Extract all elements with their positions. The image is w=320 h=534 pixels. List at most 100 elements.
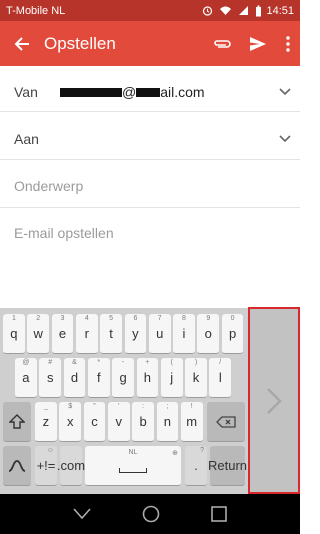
battery-icon	[256, 5, 262, 16]
key-d[interactable]: & d	[63, 358, 86, 398]
key-p[interactable]: 0p	[221, 314, 244, 354]
return-key[interactable]: Return	[208, 446, 247, 486]
status-icons	[202, 5, 262, 17]
space-key[interactable]: ⊕ NL	[85, 446, 181, 486]
key-hint: 9	[206, 315, 211, 322]
key-label: .com	[56, 458, 86, 473]
key-a[interactable]: @ a	[15, 358, 37, 398]
period-key[interactable]: ?.	[185, 446, 207, 486]
to-dropdown[interactable]	[270, 134, 300, 143]
alarm-icon	[203, 6, 213, 16]
key-hint: @	[22, 359, 30, 366]
subject-placeholder: Onderwerp	[14, 177, 84, 194]
key-label: i	[182, 326, 186, 341]
keyboard: 1 q 2 w 3 e 4 r 5 t 6 y 7 u 8 i 9 o 0 p @ a # s & d * f - g + h(j) k / l _ z…	[0, 308, 248, 494]
key-hint: (	[170, 359, 173, 366]
key-hint: '	[118, 403, 120, 410]
back-arrow-icon	[14, 36, 29, 51]
chevron-down-icon	[279, 87, 291, 95]
chevron-right-icon	[267, 387, 282, 414]
key-c[interactable]: " c	[83, 402, 106, 442]
key-f[interactable]: * f	[87, 358, 110, 398]
from-domain: ail.com	[160, 83, 205, 100]
key-e[interactable]: 3e	[51, 314, 74, 354]
key-hint: 5	[109, 315, 114, 322]
home-nav-icon[interactable]	[142, 505, 160, 523]
key-i[interactable]: 8i	[173, 314, 195, 354]
key-label: k	[192, 370, 200, 385]
shift-key[interactable]	[3, 402, 31, 442]
key-s[interactable]: # s	[39, 358, 62, 398]
key-hint: &	[72, 359, 77, 366]
back-nav-icon[interactable]	[73, 508, 91, 520]
attach-button[interactable]	[204, 21, 240, 66]
key-hint: -	[121, 359, 125, 366]
backspace-key[interactable]	[207, 402, 245, 442]
key-w[interactable]: 2w	[27, 314, 50, 354]
body-input[interactable]: E-mail opstellen	[14, 225, 114, 241]
key-hint: 0	[230, 315, 235, 322]
more-vertical-icon	[286, 35, 290, 52]
key-x[interactable]: $ x	[59, 402, 82, 442]
key-label: .	[194, 458, 198, 473]
key-b[interactable]: :b	[132, 402, 154, 442]
send-button[interactable]	[240, 21, 276, 66]
recents-nav-icon[interactable]	[210, 506, 227, 522]
key-label: m	[186, 414, 198, 429]
key-r[interactable]: 4r	[75, 314, 98, 354]
key-o[interactable]: 9o	[197, 314, 220, 354]
key-label: p	[228, 326, 237, 341]
key-label: s	[46, 370, 54, 385]
from-field[interactable]: Van @ ail.com	[0, 72, 300, 112]
status-bar: T-Mobile NL 14:51	[0, 0, 300, 21]
symbols-key[interactable]: ☺ +!=	[35, 446, 57, 486]
key-label: r	[84, 326, 89, 341]
key-hint: 6	[133, 315, 138, 322]
key-v[interactable]: ' v	[107, 402, 130, 442]
key-hint: /	[219, 359, 222, 366]
space-language-label: NL	[128, 449, 138, 456]
key-q[interactable]: 1q	[3, 314, 25, 354]
key-m[interactable]: ! m	[180, 402, 203, 442]
key-hint: ?	[200, 447, 204, 454]
key-h[interactable]: + h	[136, 358, 159, 398]
swype-key[interactable]	[3, 446, 31, 486]
back-button[interactable]	[0, 21, 44, 66]
dotcom-key[interactable]: .com	[56, 446, 86, 486]
redacted-text	[136, 88, 161, 98]
key-hint: 4	[84, 315, 89, 322]
chevron-down-icon	[279, 134, 291, 142]
navigation-bar	[0, 494, 300, 534]
key-label: h	[143, 370, 152, 385]
key-hint: $	[68, 403, 73, 410]
key-label: v	[115, 414, 123, 429]
key-hint: )	[194, 359, 198, 366]
key-label: w	[33, 326, 43, 341]
backspace-icon	[216, 415, 236, 428]
key-label: +!=	[36, 458, 56, 473]
more-options-button[interactable]	[276, 21, 300, 66]
key-k[interactable]: ) k	[185, 358, 207, 398]
key-y[interactable]: 6y	[124, 314, 147, 354]
key-hint: 1	[11, 315, 16, 322]
key-j[interactable]: (j	[160, 358, 183, 398]
from-dropdown[interactable]	[270, 87, 300, 96]
redacted-text	[60, 88, 122, 98]
key-t[interactable]: 5t	[100, 314, 122, 354]
key-n[interactable]: ; n	[156, 402, 179, 442]
key-l[interactable]: / l	[209, 358, 232, 398]
body-placeholder: E-mail opstellen	[14, 225, 114, 241]
to-field[interactable]: Aan	[0, 118, 300, 160]
carrier-label: T-Mobile NL	[6, 4, 66, 17]
key-label: x	[66, 414, 74, 429]
key-u[interactable]: 7u	[148, 314, 171, 354]
shift-icon	[9, 414, 25, 429]
key-hint: +	[145, 359, 150, 366]
subject-input[interactable]: Onderwerp	[0, 164, 300, 208]
key-z[interactable]: _ z	[35, 402, 57, 442]
keyboard-side-panel[interactable]	[248, 307, 300, 494]
from-label: Van	[14, 83, 38, 100]
key-label: g	[119, 370, 127, 385]
key-g[interactable]: -g	[112, 358, 134, 398]
key-label: j	[170, 370, 174, 385]
